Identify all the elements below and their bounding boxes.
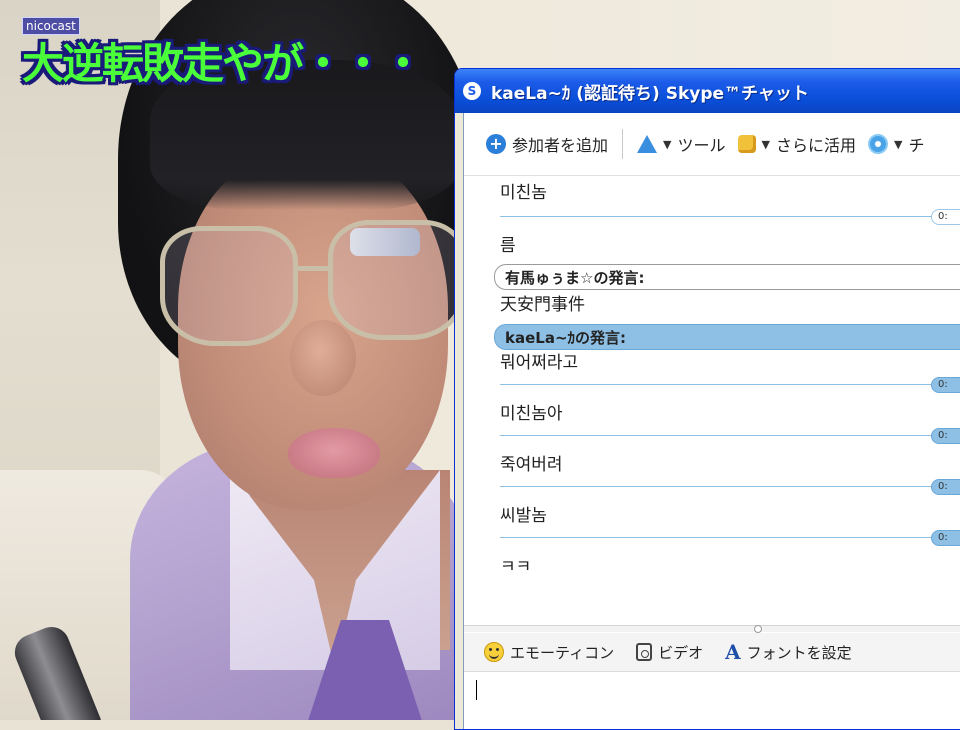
speaker-header: 有馬ゅぅま☆の発言: 0: [494, 264, 960, 290]
window-title: kaeLa~ｶ (認証待ち) Skype™チャット [491, 83, 809, 104]
speaker-name: 有馬ゅぅま☆の発言: [505, 268, 645, 287]
more-button[interactable]: ▼ さらに活用 [734, 128, 860, 160]
font-settings-label: フォントを設定 [746, 643, 852, 662]
speaker-header-active: kaeLa~ｶの発言: 0: [494, 324, 960, 350]
overflow-label: チ [908, 136, 925, 155]
title-bar[interactable]: S kaeLa~ｶ (認証待ち) Skype™チャット [455, 69, 960, 113]
timestamp: 0: [931, 428, 960, 444]
caption-overlay: 大逆転敗走やが・・・ [22, 39, 424, 88]
puzzle-icon [737, 135, 756, 153]
chat-toolbar: + 参加者を追加 ▼ ツール ▼ さらに活用 ▼ チ [464, 113, 960, 176]
toolbar-divider [622, 129, 624, 159]
video-button[interactable]: ビデオ [636, 642, 703, 663]
message-text: 뭐어쩌라고 [500, 353, 579, 373]
tools-label: ツール [677, 136, 726, 155]
pane-splitter[interactable] [464, 625, 960, 633]
message-text: 죽여버려 [500, 455, 563, 475]
timestamp: 0: [931, 209, 960, 225]
camera-icon [636, 643, 653, 661]
font-icon: A [725, 640, 741, 664]
font-settings-button[interactable]: A フォントを設定 [725, 640, 852, 664]
chevron-down-icon: ▼ [761, 137, 770, 151]
message-text: 름 [500, 236, 516, 256]
message-text: 미친놈 [500, 183, 547, 203]
message-text: 씨발놈 [500, 506, 547, 526]
tools-button[interactable]: ▼ ツール [633, 128, 729, 160]
video-label: ビデオ [658, 643, 704, 662]
glasses-bridge [293, 266, 333, 271]
speaker-name: kaeLa~ｶの発言: [505, 328, 627, 347]
message-separator: 0: [500, 479, 960, 495]
emoticons-button[interactable]: エモーティコン [484, 642, 614, 663]
add-participant-button[interactable]: + 参加者を追加 [482, 128, 612, 160]
smiley-icon [484, 642, 504, 662]
message-text: 미친놈아 [500, 404, 563, 424]
message-separator: 0: [500, 530, 960, 546]
timestamp: 0: [931, 530, 960, 546]
message-text: ㅋㅋ [500, 557, 532, 576]
message-input[interactable]: I [464, 672, 960, 729]
message-history[interactable]: 미친놈 0: 름 有馬ゅぅま☆の発言: 0: 天安門事件 kaeLa~ｶの発言:… [464, 176, 960, 576]
add-participant-label: 参加者を追加 [512, 136, 609, 155]
splitter-grip-icon [754, 625, 762, 633]
message-separator: 0: [500, 428, 960, 444]
lens-glare [350, 228, 420, 256]
add-icon: + [486, 134, 506, 154]
skype-icon: S [463, 82, 481, 100]
message-separator: 0: [500, 377, 960, 393]
input-toolbar: エモーティコン ビデオ A フォントを設定 [464, 633, 960, 672]
overflow-button[interactable]: ▼ チ [864, 128, 928, 160]
message-separator: 0: [500, 209, 960, 225]
text-caret [476, 680, 477, 700]
chevron-down-icon: ▼ [893, 137, 903, 151]
more-label: さらに活用 [775, 136, 856, 155]
chat-body: + 参加者を追加 ▼ ツール ▼ さらに活用 ▼ チ 미친놈 0: 름 有馬ゅぅ… [463, 113, 960, 729]
timestamp: 0: [931, 479, 960, 495]
emoticons-label: エモーティコン [510, 643, 615, 662]
arrow-up-icon [637, 135, 658, 153]
glasses-lens-left [160, 226, 298, 346]
timestamp: 0: [931, 377, 960, 393]
skype-chat-window: S kaeLa~ｶ (認証待ち) Skype™チャット + 参加者を追加 ▼ ツ… [454, 68, 960, 730]
lip [288, 428, 380, 478]
message-text: 天安門事件 [500, 295, 585, 315]
chevron-down-icon: ▼ [663, 137, 672, 151]
disc-icon [867, 134, 888, 154]
